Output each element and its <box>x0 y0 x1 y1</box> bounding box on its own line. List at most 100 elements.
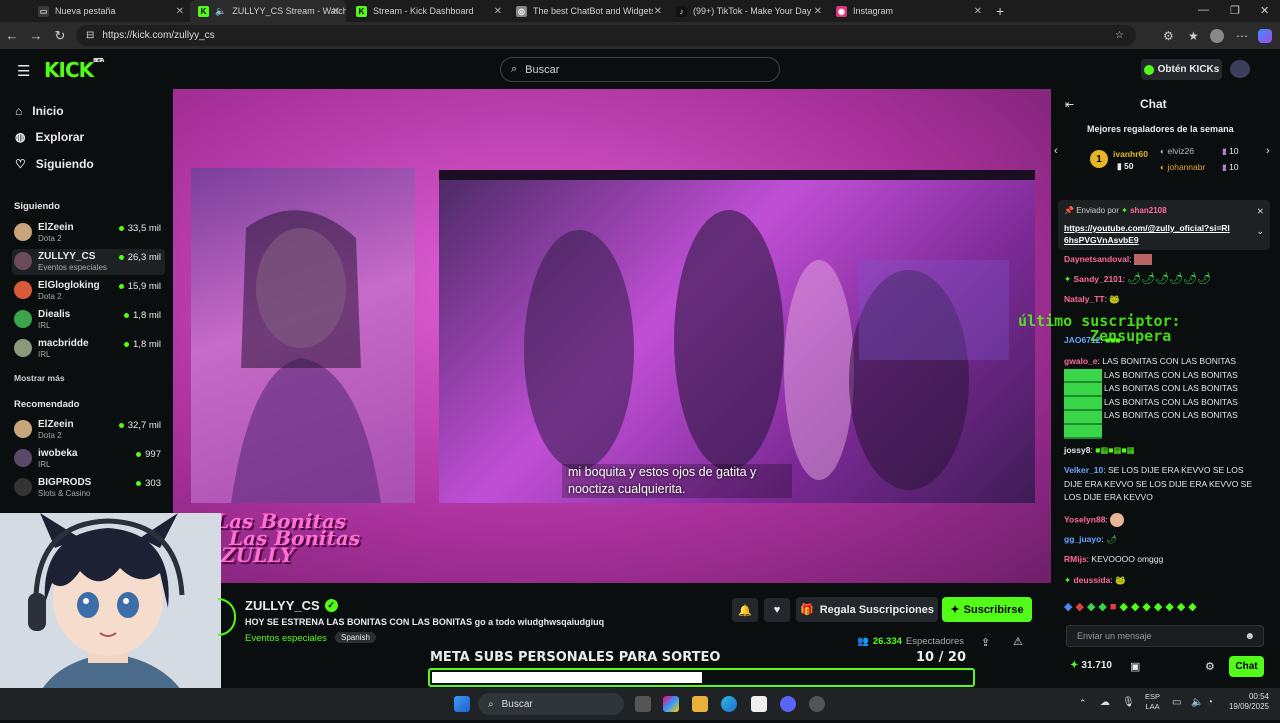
leader-name[interactable]: ivanhr60 <box>1113 149 1148 159</box>
sidebar-item-siguiendo[interactable]: ♡ Siguiendo <box>15 157 94 171</box>
chat-send-button[interactable]: Chat <box>1229 656 1264 677</box>
favorite-star-icon[interactable]: ☆ <box>1115 30 1124 41</box>
settings-gear-icon[interactable]: ⚙ <box>1205 660 1215 673</box>
show-more-link[interactable]: Mostrar más <box>14 373 65 383</box>
bell-icon: 🔔 <box>738 604 752 617</box>
edge-browser-icon[interactable] <box>721 696 737 712</box>
profile-avatar[interactable] <box>1210 28 1224 43</box>
notifications-button[interactable]: 🔔 <box>732 598 758 622</box>
avatar <box>14 310 32 328</box>
taskbar-clock[interactable]: 00:54 19/09/2025 <box>1227 692 1269 712</box>
favorites-icon[interactable]: ★ <box>1188 29 1199 43</box>
leader-row[interactable]: ◐ elviz26 <box>1160 146 1194 156</box>
channel-points[interactable]: ✦ 31.710 <box>1070 660 1112 671</box>
copilot-icon[interactable] <box>1258 28 1272 43</box>
home-icon: ⌂ <box>15 104 23 118</box>
gift-shop-icon[interactable]: ▣ <box>1130 660 1140 673</box>
emoji-icon[interactable]: ☻ <box>1244 631 1255 642</box>
follow-button[interactable]: ♥ <box>764 598 790 622</box>
report-icon[interactable]: ⚠ <box>1013 635 1023 648</box>
following-channel[interactable]: ElZeein Dota 2 33,5 mil <box>12 220 165 246</box>
back-icon[interactable]: ← <box>0 28 24 43</box>
collapse-chat-icon[interactable]: ⇤ <box>1065 98 1074 111</box>
search-icon: ⌕ <box>511 63 518 75</box>
chat-message: jossy8: ■▦■▦■▦ <box>1064 445 1135 455</box>
following-channel[interactable]: ElGlogloking Dota 2 15,9 mil <box>12 278 165 304</box>
tab-title: Nueva pestaña <box>55 6 116 16</box>
discord-icon[interactable] <box>780 696 796 712</box>
recommended-channel[interactable]: ElZeein Dota 2 32,7 mil <box>12 417 165 443</box>
pinned-message: 📌 Enviado por ✦ shan2108 https://youtube… <box>1058 200 1270 250</box>
language-tag[interactable]: Spanish <box>335 632 376 643</box>
menu-dots-icon[interactable]: ⋯ <box>1236 29 1248 43</box>
site-info-icon[interactable]: ⊟ <box>86 30 94 41</box>
speaker-icon[interactable]: 🔈 <box>215 6 226 17</box>
chat-message-input[interactable]: Enviar un mensaje ☻ <box>1066 625 1264 647</box>
battery-icon[interactable]: ◔ <box>1207 697 1213 708</box>
subscribe-button[interactable]: ✦ Suscribirse <box>942 597 1032 622</box>
close-icon[interactable]: ✕ <box>176 6 184 17</box>
chevron-down-icon[interactable]: ⌄ <box>1256 226 1264 237</box>
recommended-channel[interactable]: iwobeka IRL 997 <box>12 446 165 472</box>
tab-new[interactable]: ▭ Nueva pestaña ✕ <box>30 0 190 22</box>
close-icon[interactable]: ✕ <box>494 6 502 17</box>
tab-zullyy-stream[interactable]: K 🔈 ZULLYY_CS Stream - Watch L ✕ <box>190 0 346 22</box>
windows-start-icon[interactable] <box>454 696 470 712</box>
live-dot <box>118 423 124 428</box>
kick-logo[interactable]: KICKBETA <box>44 58 104 82</box>
following-channel[interactable]: macbridde IRL 1,8 mil <box>12 336 165 362</box>
taskbar-search[interactable]: ⌕ Buscar <box>478 693 624 715</box>
network-icon[interactable]: ▭ <box>1172 697 1181 708</box>
globe-icon: ◎ <box>516 5 527 17</box>
emote-quick-bar[interactable]: ◆◆◆◆■◆◆◆◆◆◆◆ <box>1064 600 1200 613</box>
url-field[interactable]: ⊟ https://kick.com/zullyy_cs ☆ <box>76 25 1136 46</box>
get-kicks-button[interactable]: Obtén KICKs <box>1141 59 1222 80</box>
task-view-icon[interactable] <box>635 696 651 712</box>
leader-row[interactable]: ◐ johannabr <box>1160 162 1205 172</box>
url-text: https://kick.com/zullyy_cs <box>102 30 215 41</box>
store-icon[interactable] <box>751 696 767 712</box>
chevron-left-icon[interactable]: ‹ <box>1054 145 1058 157</box>
close-icon[interactable]: ✕ <box>974 6 982 17</box>
pinned-link[interactable]: https://youtube.com/@zully_oficial?si=RI… <box>1064 222 1234 246</box>
close-icon[interactable]: ✕ <box>814 6 822 17</box>
gift-icon: 🎁 <box>799 604 814 616</box>
tab-instagram[interactable]: ◉ Instagram ✕ <box>828 0 988 22</box>
search-input[interactable]: ⌕ Buscar <box>500 57 780 82</box>
maximize-icon[interactable]: ❐ <box>1230 4 1240 17</box>
following-channel-active[interactable]: ZULLYY_CS Eventos especiales 26,3 mil <box>12 249 165 275</box>
forward-icon[interactable]: → <box>24 28 48 43</box>
channel-name[interactable]: ZULLYY_CS ✓ <box>245 598 338 613</box>
obs-icon[interactable] <box>809 696 825 712</box>
gift-subs-button[interactable]: 🎁 Regala Suscripciones <box>796 597 938 622</box>
following-channel[interactable]: Diealis IRL 1,8 mil <box>12 307 165 333</box>
tab-tiktok[interactable]: ♪ (99+) TikTok - Make Your Day ✕ <box>668 0 828 22</box>
input-language[interactable]: ESP LAA <box>1145 692 1160 712</box>
hamburger-menu-icon[interactable]: ☰ <box>17 62 30 80</box>
tray-chevron-icon[interactable]: ⌃ <box>1079 698 1087 709</box>
close-window-icon[interactable]: ✕ <box>1260 4 1269 17</box>
live-dot <box>124 342 130 347</box>
kick-icon: K <box>356 5 367 17</box>
minimize-icon[interactable]: — <box>1198 4 1209 16</box>
share-icon[interactable]: ⇪ <box>981 636 990 649</box>
reload-icon[interactable]: ↻ <box>48 28 72 44</box>
extensions-icon[interactable]: ⚙ <box>1163 29 1174 43</box>
chevron-right-icon[interactable]: › <box>1266 145 1270 157</box>
tab-kick-dashboard[interactable]: K Stream - Kick Dashboard ✕ <box>348 0 508 22</box>
unpin-icon[interactable]: ⨯ <box>1256 206 1264 217</box>
file-explorer-icon[interactable] <box>692 696 708 712</box>
copilot-app-icon[interactable] <box>663 696 679 712</box>
volume-icon[interactable]: 🔈 <box>1191 697 1203 708</box>
new-tab-button[interactable]: + <box>988 0 1008 22</box>
tab-chatbot[interactable]: ◎ The best ChatBot and Widgets fo ✕ <box>508 0 668 22</box>
recommended-channel[interactable]: BIGPRODS Slots & Casino 303 <box>12 475 165 501</box>
close-icon[interactable]: ✕ <box>654 6 662 17</box>
cloud-icon[interactable]: ☁ <box>1100 697 1110 708</box>
user-avatar[interactable] <box>1230 60 1250 78</box>
sidebar-item-explorar[interactable]: ◍ Explorar <box>15 130 84 144</box>
stream-category-link[interactable]: Eventos especiales <box>245 633 327 644</box>
mic-icon[interactable]: 🎙 <box>1122 697 1135 708</box>
close-icon[interactable]: ✕ <box>332 6 340 17</box>
sidebar-item-inicio[interactable]: ⌂ Inicio <box>15 104 64 118</box>
